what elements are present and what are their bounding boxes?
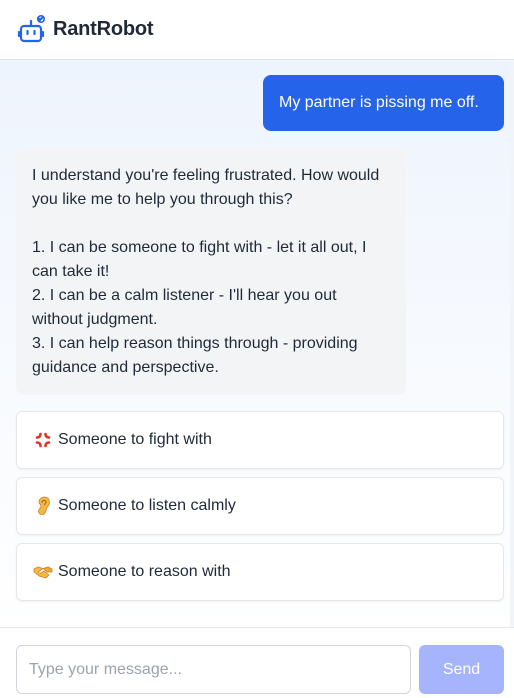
option-fight-button[interactable]: Someone to fight with <box>16 411 504 469</box>
anger-symbol-icon <box>33 430 53 450</box>
option-label: Someone to fight with <box>58 431 212 448</box>
option-listen-button[interactable]: Someone to listen calmly <box>16 477 504 535</box>
chat-scrollbar[interactable] <box>510 60 514 627</box>
robot-icon <box>17 14 47 45</box>
app-header: RantRobot <box>0 0 514 60</box>
handshake-icon <box>33 562 53 582</box>
app-window: RantRobot My partner is pissing me off. … <box>0 0 514 698</box>
chat-area[interactable]: My partner is pissing me off. I understa… <box>0 60 514 627</box>
ear-icon <box>33 496 53 516</box>
option-label: Someone to listen calmly <box>58 497 236 514</box>
option-reason-button[interactable]: Someone to reason with <box>16 543 504 601</box>
message-composer: Send <box>0 627 514 698</box>
app-title: RantRobot <box>53 18 154 40</box>
message-input[interactable] <box>16 645 411 694</box>
bot-message: I understand you're feeling frustrated. … <box>16 148 406 395</box>
user-message: My partner is pissing me off. <box>263 75 504 131</box>
option-label: Someone to reason with <box>58 563 231 580</box>
send-button[interactable]: Send <box>419 645 504 694</box>
